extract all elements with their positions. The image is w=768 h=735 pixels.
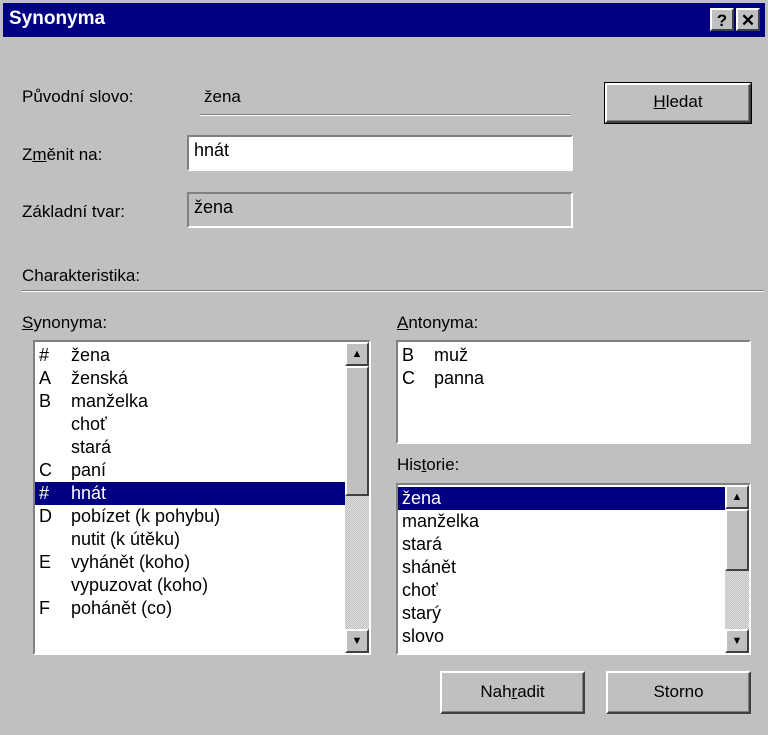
history-item[interactable]: choť (398, 579, 725, 602)
synonym-word: pobízet (k pohybu) (71, 506, 221, 526)
antonym-word: panna (434, 368, 485, 388)
search-button-mnemonic: H (653, 92, 666, 111)
original-word-value: žena (204, 87, 241, 106)
change-to-label: Změnit na: (22, 145, 102, 165)
synonym-item[interactable]: # hnát (35, 482, 345, 505)
window-title: Synonyma (9, 8, 106, 29)
synonym-item[interactable]: Bmanželka (35, 390, 345, 413)
synonym-code: B (39, 391, 52, 411)
synonym-word: hnát (71, 483, 107, 503)
history-scroll-down-button[interactable]: ▼ (725, 629, 749, 653)
synonyms-list: # žena Aženská Bmanželka choť stará Cpaní # hnát… (35, 344, 345, 620)
change-to-label-mnemonic: m (32, 145, 47, 164)
history-label-pre: His (397, 455, 422, 474)
antonyms-listbox[interactable]: Bmuž Cpanna (396, 340, 751, 444)
synonym-word: vyhánět (koho) (71, 552, 191, 572)
base-form-label: Základní tvar: (22, 202, 125, 221)
synonyms-scrollbar[interactable]: ▲ ▼ (345, 342, 369, 653)
synonym-code: A (39, 368, 52, 388)
synonym-item[interactable]: Cpaní (35, 459, 345, 482)
title-bar[interactable]: Synonyma ? ✕ (3, 3, 765, 37)
synonyms-label-rest: ynonyma: (33, 313, 108, 332)
history-scrollbar[interactable]: ▲ ▼ (725, 485, 749, 653)
change-to-label-post: ěnit na: (46, 145, 103, 164)
history-list: žena manželka stará shánět choť starý slovo (398, 487, 725, 648)
synonyma-dialog: Synonyma ? ✕ Původní slovo: žena Hledat … (0, 0, 768, 735)
characteristics-divider (22, 290, 764, 292)
original-word-divider (200, 114, 570, 116)
replace-button-pre: Nah (480, 682, 512, 701)
history-item[interactable]: stará (398, 533, 725, 556)
synonym-word: choť (71, 414, 107, 434)
synonym-word: stará (71, 437, 112, 457)
antonyms-list: Bmuž Cpanna (398, 344, 749, 390)
history-listbox[interactable]: žena manželka stará shánět choť starý slovo ▲ … (396, 483, 751, 655)
synonym-code: C (39, 460, 52, 480)
synonym-item[interactable]: Aženská (35, 367, 345, 390)
synonym-item[interactable]: stará (35, 436, 345, 459)
history-label: Historie: (397, 455, 459, 475)
synonym-item[interactable]: choť (35, 413, 345, 436)
synonym-item[interactable]: Dpobízet (k pohybu) (35, 505, 345, 528)
synonym-word: paní (71, 460, 107, 480)
cancel-button[interactable]: Storno (606, 671, 751, 714)
search-button-label: ledat (665, 92, 703, 111)
synonym-item[interactable]: # žena (35, 344, 345, 367)
history-item[interactable]: starý (398, 602, 725, 625)
synonym-word: žena (71, 345, 111, 365)
close-button[interactable]: ✕ (736, 8, 760, 31)
synonyms-label: Synonyma: (22, 313, 107, 333)
synonym-word: manželka (71, 391, 149, 411)
history-item[interactable]: manželka (398, 510, 725, 533)
history-item[interactable]: slovo (398, 625, 725, 648)
history-scroll-thumb[interactable] (725, 509, 749, 571)
synonym-code: # (39, 483, 50, 503)
help-button[interactable]: ? (710, 8, 734, 31)
antonym-word: muž (434, 345, 469, 365)
synonym-item[interactable]: vypuzovat (koho) (35, 574, 345, 597)
history-item[interactable]: žena (398, 487, 725, 510)
characteristics-label: Charakteristika: (22, 266, 141, 285)
change-to-label-pre: Z (22, 145, 33, 164)
synonyms-listbox[interactable]: # žena Aženská Bmanželka choť stará Cpaní # hnát… (33, 340, 371, 655)
synonym-word: pohánět (co) (71, 598, 173, 618)
synonyms-scroll-up-button[interactable]: ▲ (345, 342, 369, 366)
history-label-post: orie: (426, 455, 460, 474)
change-to-input[interactable]: hnát (187, 135, 573, 171)
synonyms-label-mnemonic: S (22, 313, 34, 332)
antonyms-label-mnemonic: A (397, 313, 409, 332)
synonym-code: E (39, 552, 52, 572)
history-item[interactable]: shánět (398, 556, 725, 579)
replace-button[interactable]: Nahradit (440, 671, 585, 714)
antonym-item[interactable]: Cpanna (398, 367, 749, 390)
original-word-label: Původní slovo: (22, 87, 134, 106)
synonyms-scroll-down-button[interactable]: ▼ (345, 629, 369, 653)
synonym-word: ženská (71, 368, 129, 388)
replace-button-post: adit (517, 682, 545, 701)
antonyms-label: Antonyma: (397, 313, 478, 333)
synonym-code: F (39, 598, 50, 618)
synonyms-scroll-thumb[interactable] (345, 366, 369, 496)
antonym-code: B (402, 345, 415, 365)
synonym-code: # (39, 345, 50, 365)
antonym-item[interactable]: Bmuž (398, 344, 749, 367)
history-scroll-up-button[interactable]: ▲ (725, 485, 749, 509)
base-form-field: žena (187, 192, 573, 228)
synonym-word: vypuzovat (koho) (71, 575, 209, 595)
synonym-item[interactable]: nutit (k útěku) (35, 528, 345, 551)
synonym-item[interactable]: Evyhánět (koho) (35, 551, 345, 574)
synonym-word: nutit (k útěku) (71, 529, 181, 549)
antonym-code: C (402, 368, 415, 388)
search-button[interactable]: Hledat (604, 82, 752, 124)
antonyms-label-rest: ntonyma: (408, 313, 479, 332)
synonym-code: D (39, 506, 52, 526)
synonym-item[interactable]: Fpohánět (co) (35, 597, 345, 620)
